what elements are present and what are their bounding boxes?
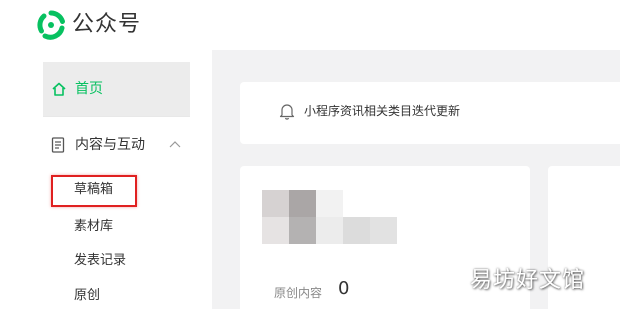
bell-icon <box>279 104 295 120</box>
wechat-official-account-logo[interactable] <box>36 10 66 40</box>
watermark: 易坊好文馆 <box>470 268 586 293</box>
sidebar-item-original[interactable]: 原创 <box>74 287 100 305</box>
document-icon <box>51 137 65 153</box>
sidebar-group-label: 内容与互动 <box>75 137 145 153</box>
sidebar-group-content-interaction[interactable]: 内容与互动 <box>43 128 190 162</box>
top-bar: 公众号 <box>0 0 620 50</box>
sidebar-divider <box>43 116 190 117</box>
sidebar-item-materials[interactable]: 素材库 <box>74 218 113 236</box>
highlight-box <box>51 175 137 207</box>
sidebar-item-publish-records[interactable]: 发表记录 <box>74 252 126 270</box>
sidebar-item-home[interactable]: 首页 <box>43 62 190 116</box>
sidebar-item-label: 首页 <box>75 81 103 97</box>
notice-bar[interactable]: 小程序资讯相关类目迭代更新 <box>240 82 620 144</box>
notice-text[interactable]: 小程序资讯相关类目迭代更新 <box>304 82 460 140</box>
original-content-label: 原创内容 <box>274 286 323 300</box>
brand-title: 公众号 <box>72 12 142 37</box>
home-icon <box>52 82 66 96</box>
original-content-count: 0 <box>338 278 350 299</box>
chevron-up-icon[interactable] <box>169 140 181 148</box>
